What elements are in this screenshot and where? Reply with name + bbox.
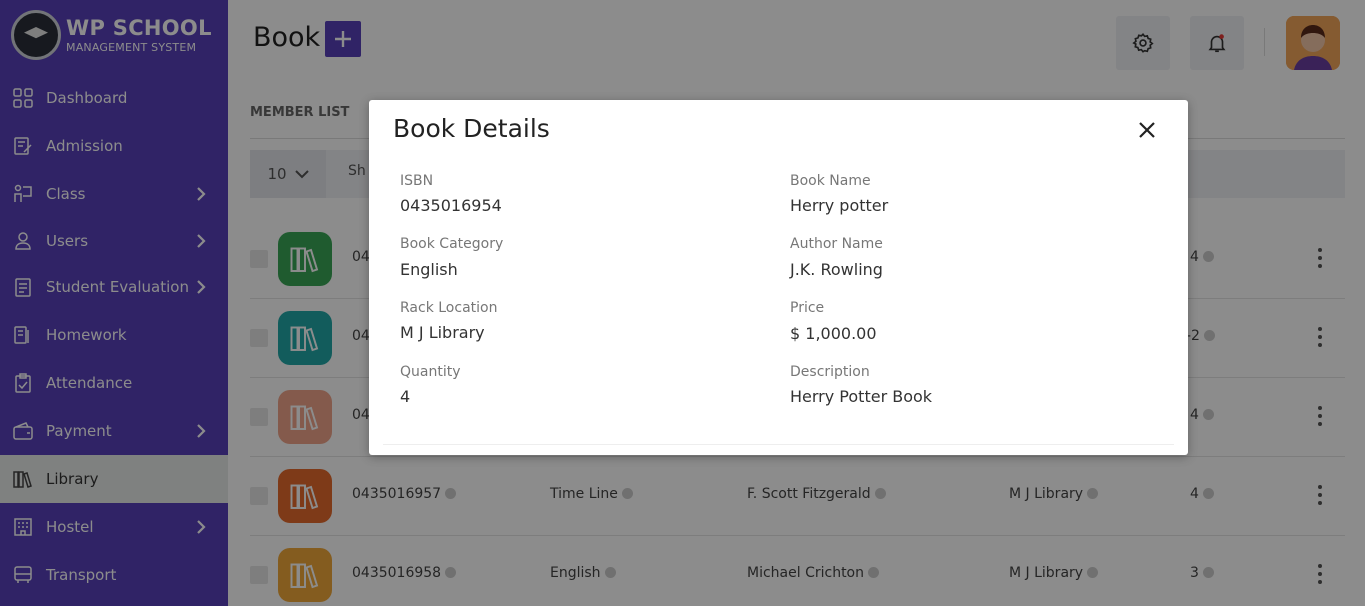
isbn-label: ISBN [400,173,434,189]
price-value: $ 1,000.00 [790,324,877,343]
modal-title: Book Details [393,114,550,143]
book-name-value: Herry potter [790,196,889,215]
description-value: Herry Potter Book [790,387,933,406]
category-value: English [400,260,458,279]
description-label: Description [790,364,870,380]
quantity-label: Quantity [400,364,461,380]
isbn-value: 0435016954 [400,196,502,215]
close-icon[interactable] [1137,120,1157,140]
author-label: Author Name [790,236,883,252]
price-label: Price [790,300,825,316]
book-name-label: Book Name [790,173,871,189]
book-details-modal: Book Details ISBN 0435016954 Book Name H… [369,100,1188,455]
author-value: J.K. Rowling [790,260,883,279]
modal-divider [383,444,1174,445]
category-label: Book Category [400,236,504,252]
rack-label: Rack Location [400,300,498,316]
quantity-value: 4 [400,387,411,406]
rack-value: M J Library [400,323,485,342]
